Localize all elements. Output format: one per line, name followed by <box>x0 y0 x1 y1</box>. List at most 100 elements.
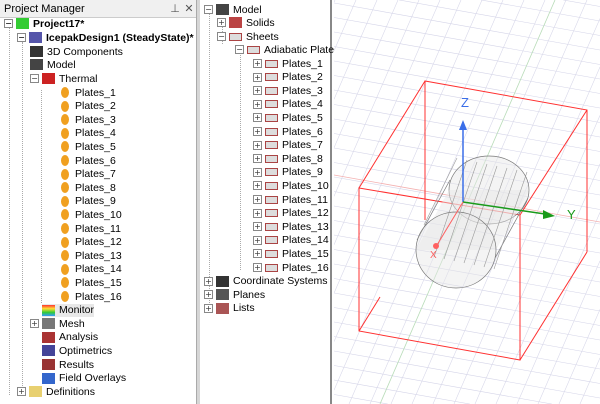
mtree-adiabatic-plate[interactable]: − Adiabatic Plate <box>235 43 334 56</box>
mtree-model-label: Model <box>233 3 262 16</box>
expand-icon[interactable]: + <box>30 319 39 329</box>
tree-plate[interactable]: Plates_11 <box>58 222 121 235</box>
tree-3d-components[interactable]: 3D Components <box>30 45 123 58</box>
mtree-plate[interactable]: + Plates_11 <box>253 193 328 206</box>
mtree-plate[interactable]: + Plates_16 <box>253 261 329 274</box>
mtree-solids[interactable]: + Solids <box>217 16 275 29</box>
tree-model-label: Model <box>47 58 76 71</box>
mtree-plate[interactable]: + Plates_8 <box>253 152 323 165</box>
sheet-icon <box>265 141 278 150</box>
expand-icon[interactable]: + <box>253 181 262 191</box>
viewport-canvas[interactable]: Z Y X <box>334 0 600 404</box>
tree-plate-label: Plates_8 <box>75 181 116 194</box>
expand-icon[interactable]: + <box>253 222 262 232</box>
mtree-plate[interactable]: + Plates_12 <box>253 207 329 220</box>
collapse-icon[interactable]: − <box>4 19 13 28</box>
expand-icon[interactable]: + <box>253 59 262 68</box>
3d-viewport[interactable]: Z Y X <box>334 0 600 404</box>
tree-model[interactable]: Model <box>30 58 76 71</box>
expand-icon[interactable]: + <box>253 235 262 245</box>
mtree-plate[interactable]: + Plates_13 <box>253 220 329 233</box>
tree-plate[interactable]: Plates_8 <box>58 181 116 194</box>
grid-line <box>563 0 600 7</box>
collapse-icon[interactable]: − <box>17 33 26 42</box>
tree-thermal[interactable]: − Thermal <box>30 72 98 85</box>
tree-project[interactable]: − Project17* <box>4 17 84 30</box>
panel-title: Project Manager <box>4 2 85 15</box>
collapse-icon[interactable]: − <box>30 74 39 83</box>
plate-icon <box>61 168 69 180</box>
mtree-plate[interactable]: + Plates_2 <box>253 71 323 84</box>
tree-plate[interactable]: Plates_5 <box>58 140 116 153</box>
expand-icon[interactable]: + <box>253 113 262 123</box>
mtree-plate[interactable]: + Plates_10 <box>253 179 329 192</box>
tree-field-overlays[interactable]: Field Overlays <box>42 372 126 385</box>
expand-icon[interactable]: + <box>204 303 213 313</box>
expand-icon[interactable]: + <box>253 99 262 109</box>
expand-icon[interactable]: + <box>253 167 262 177</box>
mtree-planes[interactable]: + Planes <box>204 288 265 301</box>
mtree-plate[interactable]: + Plates_3 <box>253 84 323 97</box>
tree-plate[interactable]: Plates_16 <box>58 290 122 303</box>
tree-definitions[interactable]: + Definitions <box>17 385 95 398</box>
expand-icon[interactable]: + <box>253 154 262 164</box>
mtree-plate[interactable]: + Plates_6 <box>253 125 323 138</box>
mtree-lists[interactable]: + Lists <box>204 302 255 315</box>
expand-icon[interactable]: + <box>253 127 262 136</box>
tree-analysis[interactable]: Analysis <box>42 331 98 344</box>
pin-icon[interactable]: ⊥ <box>168 2 182 15</box>
tree-plate[interactable]: Plates_9 <box>58 195 116 208</box>
mtree-plate-label: Plates_7 <box>282 139 323 152</box>
tree-monitor[interactable]: Monitor <box>42 303 95 317</box>
tree-plate[interactable]: Plates_6 <box>58 154 116 167</box>
collapse-icon[interactable]: − <box>217 32 226 41</box>
collapse-icon[interactable]: − <box>235 45 244 54</box>
expand-icon[interactable]: + <box>217 18 226 27</box>
mtree-plate[interactable]: + Plates_4 <box>253 98 323 111</box>
tree-plate[interactable]: Plates_1 <box>58 86 116 99</box>
mtree-plate[interactable]: + Plates_7 <box>253 139 323 152</box>
tree-plate[interactable]: Plates_15 <box>58 276 122 289</box>
tree-design[interactable]: − IcepakDesign1 (SteadyState)* <box>17 31 194 44</box>
tree-mesh[interactable]: + Mesh <box>30 317 85 330</box>
sheet-icon <box>265 263 278 272</box>
expand-icon[interactable]: + <box>204 290 213 300</box>
close-icon[interactable]: ✕ <box>182 2 196 15</box>
grid-line <box>334 0 441 245</box>
mtree-plate[interactable]: + Plates_15 <box>253 247 329 260</box>
mtree-sheets[interactable]: − Sheets <box>217 30 279 43</box>
expand-icon[interactable]: + <box>204 276 213 286</box>
expand-icon[interactable]: + <box>253 86 262 96</box>
tree-plate[interactable]: Plates_14 <box>58 263 122 276</box>
mtree-plate[interactable]: + Plates_9 <box>253 166 323 179</box>
tree-optimetrics-label: Optimetrics <box>59 344 113 357</box>
mtree-plate[interactable]: + Plates_14 <box>253 234 329 247</box>
tree-plate[interactable]: Plates_7 <box>58 168 116 181</box>
grid-line <box>537 260 600 404</box>
tree-plate[interactable]: Plates_2 <box>58 100 116 113</box>
mtree-coordinate-systems[interactable]: + Coordinate Systems <box>204 275 328 288</box>
tree-plate[interactable]: Plates_3 <box>58 113 116 126</box>
mtree-model[interactable]: − Model <box>204 3 262 16</box>
mtree-plate[interactable]: + Plates_1 <box>253 57 323 70</box>
lists-icon <box>216 302 229 314</box>
collapse-icon[interactable]: − <box>204 5 213 14</box>
plate-icon <box>61 87 69 98</box>
project-manager-panel: Project Manager ⊥ ✕ − Project17* − IcepakDe… <box>0 0 197 404</box>
tree-plate[interactable]: Plates_12 <box>58 236 122 249</box>
tree-plate[interactable]: Plates_4 <box>58 127 116 140</box>
tree-plate[interactable]: Plates_10 <box>58 208 122 221</box>
mtree-plate[interactable]: + Plates_5 <box>253 111 323 124</box>
expand-icon[interactable]: + <box>253 263 262 272</box>
tree-optimetrics[interactable]: Optimetrics <box>42 344 112 357</box>
tree-results[interactable]: Results <box>42 358 94 371</box>
expand-icon[interactable]: + <box>17 387 26 397</box>
expand-icon[interactable]: + <box>253 208 262 218</box>
expand-icon[interactable]: + <box>253 140 262 150</box>
expand-icon[interactable]: + <box>253 195 262 204</box>
tree-plate[interactable]: Plates_13 <box>58 249 122 262</box>
expand-icon[interactable]: + <box>253 249 262 259</box>
expand-icon[interactable]: + <box>253 72 262 82</box>
tree-plate-label: Plates_16 <box>75 290 122 303</box>
sheet-icon <box>265 236 278 245</box>
